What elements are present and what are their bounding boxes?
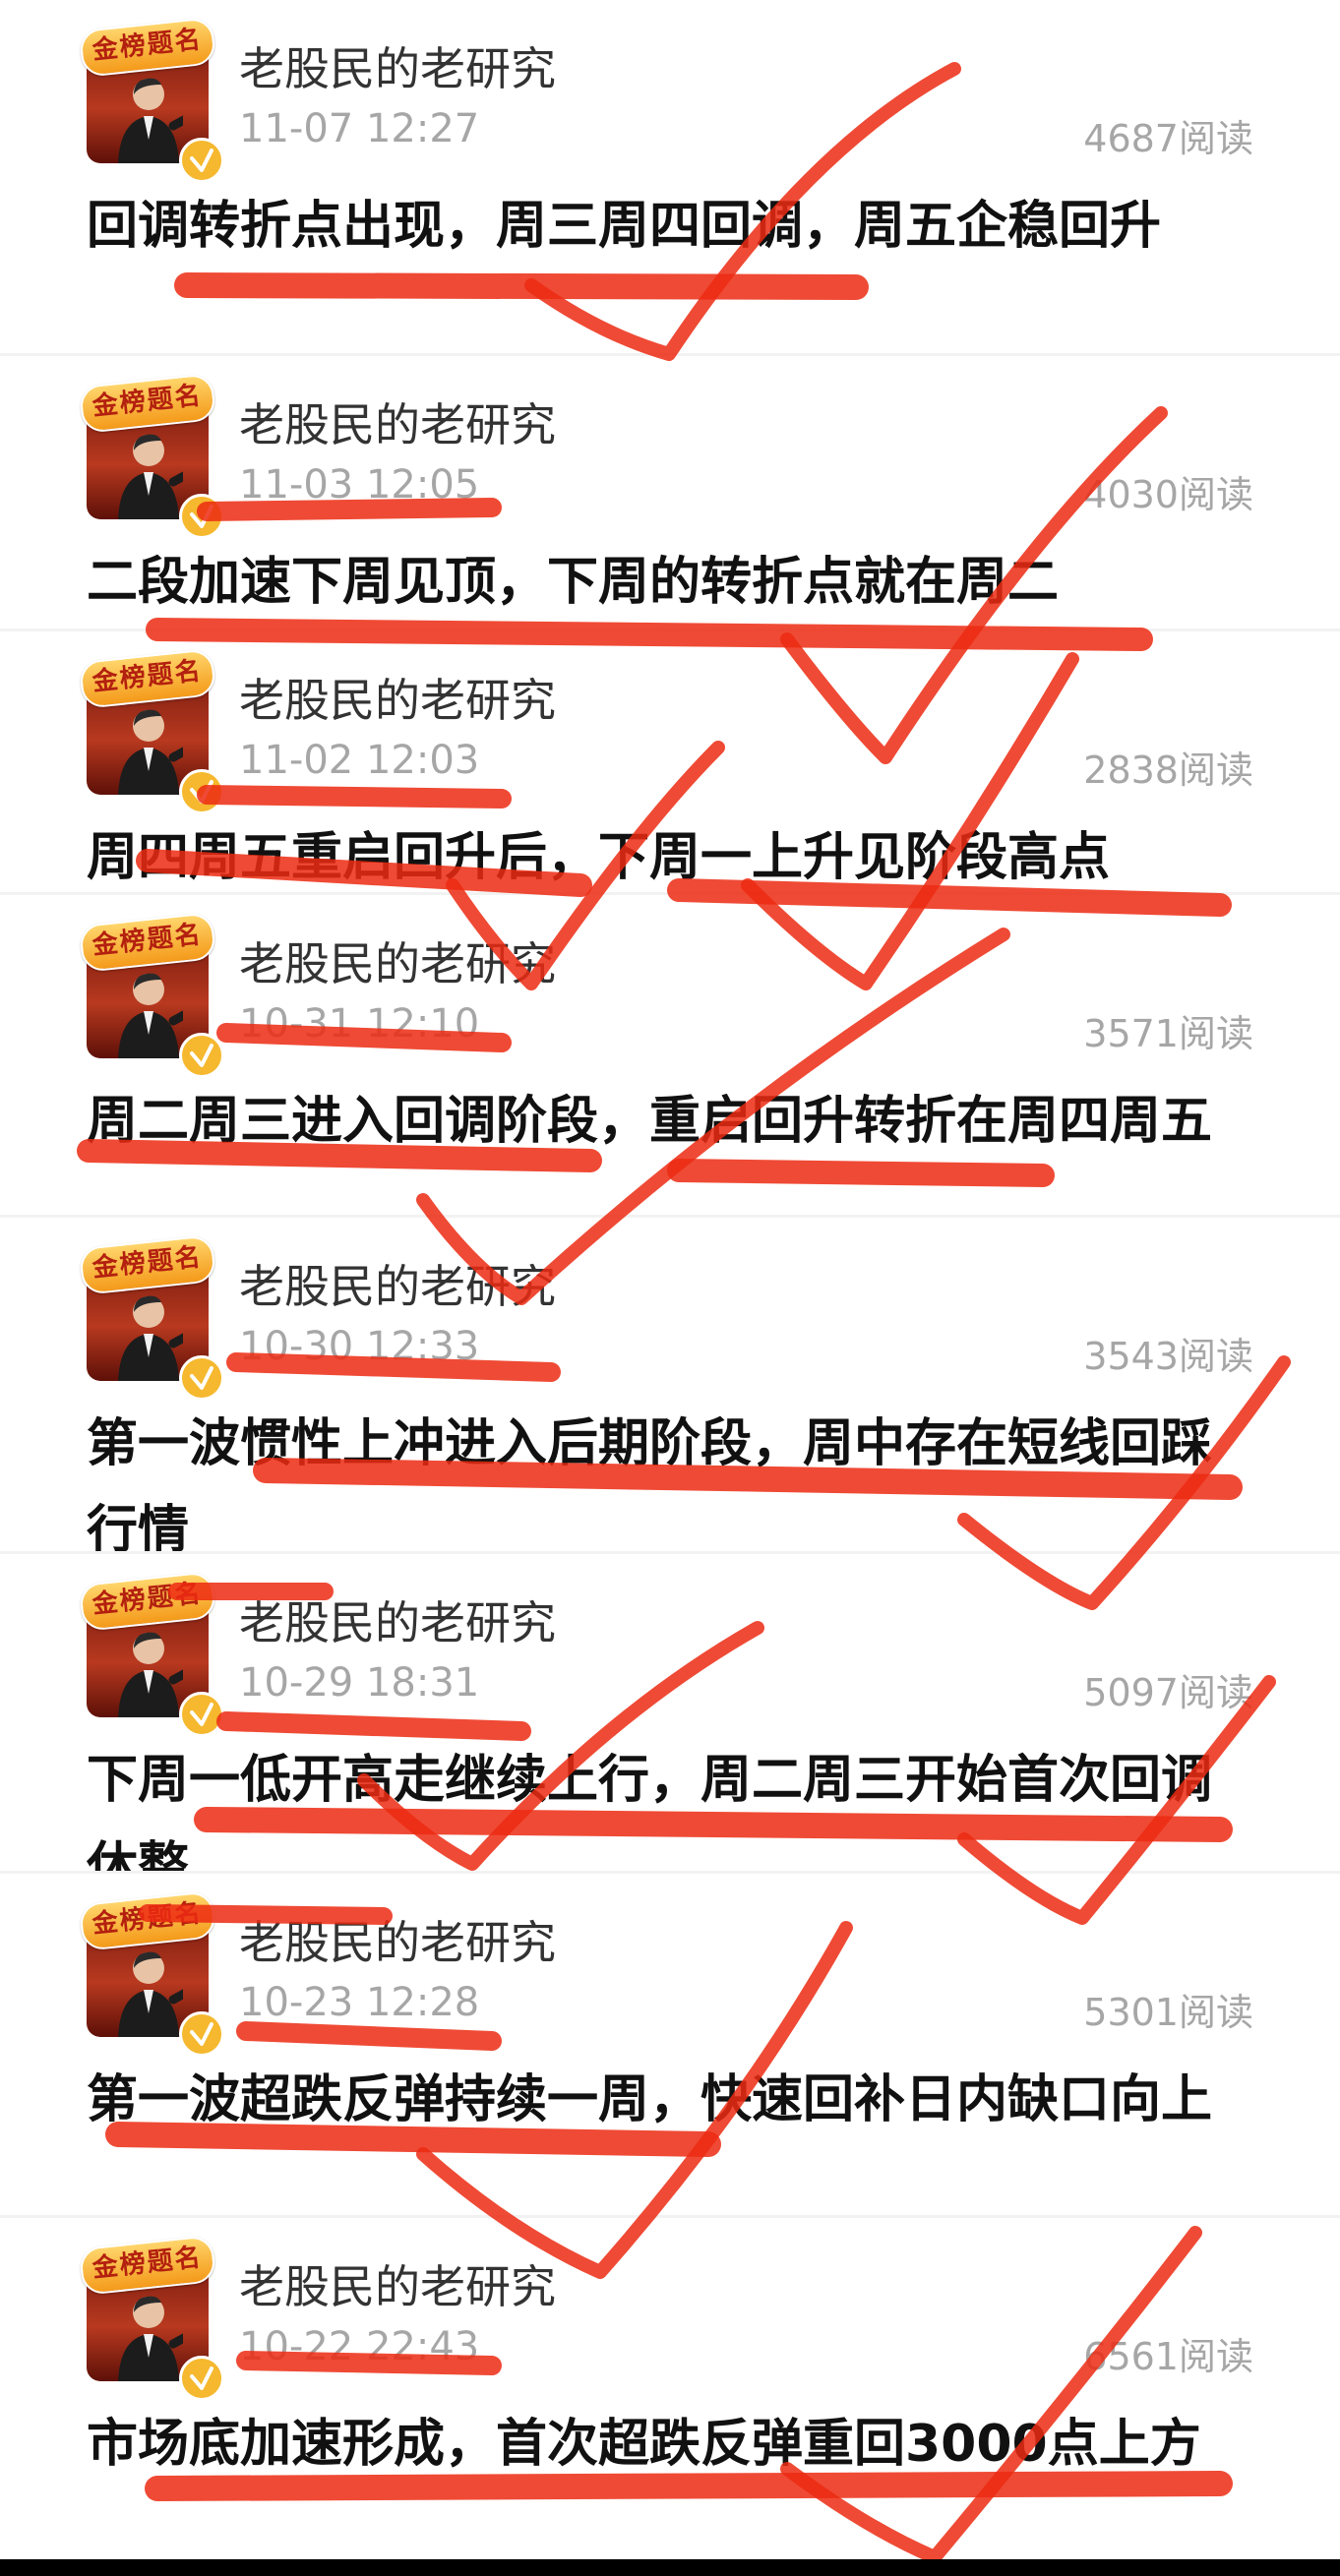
person-icon: [118, 709, 183, 795]
read-count: 2838阅读: [1083, 749, 1253, 792]
post-timestamp: 10-31 12:10: [239, 1001, 480, 1047]
screenshot: 金榜题名 老股民的老研究 11-07 12:27 4687阅读 回调转折点出现，周三周四…: [0, 0, 1340, 2576]
post-timestamp: 11-07 12:27: [239, 106, 480, 151]
post-card[interactable]: 金榜题名 老股民的老研究 11-03 12:05 4030阅读二段加速下周见顶，下周的…: [0, 356, 1340, 631]
post-card[interactable]: 金榜题名 老股民的老研究 10-31 12:10 3571阅读周二周三进入回调阶段，重…: [0, 895, 1340, 1218]
avatar-badge-label: 金榜题名: [78, 17, 217, 78]
verified-badge-icon: [179, 494, 224, 539]
person-icon: [118, 2296, 183, 2381]
read-count: 3543阅读: [1083, 1335, 1253, 1378]
person-icon: [118, 1951, 183, 2037]
person-icon: [118, 1632, 183, 1717]
verified-badge-icon: [179, 2356, 224, 2401]
avatar-badge-label: 金榜题名: [78, 1571, 217, 1632]
post-timestamp: 11-03 12:05: [239, 462, 480, 508]
person-icon: [118, 78, 183, 163]
person-icon: [118, 973, 183, 1058]
post-card[interactable]: 金榜题名 老股民的老研究 11-07 12:27 4687阅读回调转折点出现，周三周四…: [0, 0, 1340, 356]
author-name[interactable]: 老股民的老研究: [239, 665, 556, 730]
post-card[interactable]: 金榜题名 老股民的老研究 11-02 12:03 2838阅读 周四周五重启回升后，下周…: [0, 631, 1340, 895]
read-count: 5301阅读: [1083, 1991, 1253, 2034]
post-timestamp: 10-23 12:28: [239, 1980, 480, 2025]
verified-badge-icon: [179, 1033, 224, 1078]
author-name[interactable]: 老股民的老研究: [239, 2251, 556, 2316]
author-name[interactable]: 老股民的老研究: [239, 1588, 556, 1652]
verified-badge-icon: [179, 769, 224, 814]
post-card[interactable]: 金榜题名 老股民的老研究 10-29 18:31 5097阅读 下周一低开高走继续上行，…: [0, 1554, 1340, 1896]
post-feed: 金榜题名 老股民的老研究 11-07 12:27 4687阅读 回调转折点出现，周三周四…: [0, 0, 1340, 2576]
post-timestamp: 11-02 12:03: [239, 738, 480, 783]
read-count: 6561阅读: [1083, 2335, 1253, 2378]
post-title[interactable]: 周二周三进入回调阶段，重启回升转折在周四周五: [87, 1078, 1257, 1165]
verified-badge-icon: [179, 1355, 224, 1401]
post-card[interactable]: 金榜题名 老股民的老研究 10-30 12:33 3543阅读 第一波惯性上冲进入后期阶…: [0, 1218, 1340, 1560]
avatar-badge-label: 金榜题名: [78, 1890, 217, 1951]
read-count: 4030阅读: [1083, 473, 1253, 516]
avatar-badge-label: 金榜题名: [78, 912, 217, 973]
author-name[interactable]: 老股民的老研究: [239, 1907, 556, 1972]
post-timestamp: 10-29 18:31: [239, 1660, 480, 1706]
person-icon: [118, 434, 183, 519]
verified-badge-icon: [179, 138, 224, 183]
read-count: 5097阅读: [1083, 1671, 1253, 1714]
post-title[interactable]: 二段加速下周见顶，下周的转折点就在周二: [87, 539, 1257, 626]
post-title[interactable]: 第一波超跌反弹持续一周，快速回补日内缺口向上: [87, 2057, 1257, 2143]
post-title[interactable]: 周四周五重启回升后，下周一上升见阶段高点: [87, 814, 1257, 901]
read-count: 3571阅读: [1083, 1012, 1253, 1055]
author-name[interactable]: 老股民的老研究: [239, 929, 556, 993]
post-title[interactable]: 回调转折点出现，周三周四回调，周五企稳回升: [87, 183, 1257, 270]
avatar-badge-label: 金榜题名: [78, 373, 217, 434]
post-title[interactable]: 市场底加速形成，首次超跌反弹重回3000点上方: [87, 2401, 1257, 2487]
person-icon: [118, 1295, 183, 1381]
author-name[interactable]: 老股民的老研究: [239, 33, 556, 98]
verified-badge-icon: [179, 2011, 224, 2057]
post-timestamp: 10-22 22:43: [239, 2324, 480, 2369]
post-timestamp: 10-30 12:33: [239, 1324, 480, 1369]
verified-badge-icon: [179, 1692, 224, 1737]
avatar-badge-label: 金榜题名: [78, 2235, 217, 2296]
post-title[interactable]: 第一波惯性上冲进入后期阶段，周中存在短线回踩行情: [87, 1401, 1257, 1574]
author-name[interactable]: 老股民的老研究: [239, 389, 556, 454]
read-count: 4687阅读: [1083, 117, 1253, 160]
author-name[interactable]: 老股民的老研究: [239, 1251, 556, 1316]
post-card[interactable]: 金榜题名 老股民的老研究 10-22 22:43 6561阅读市场底加速形成，首次超跌…: [0, 2218, 1340, 2576]
screen-bottom-edge: [0, 2559, 1340, 2576]
avatar-badge-label: 金榜题名: [78, 648, 217, 709]
post-card[interactable]: 金榜题名 老股民的老研究 10-23 12:28 5301阅读第一波超跌反弹持续一周，…: [0, 1874, 1340, 2218]
avatar-badge-label: 金榜题名: [78, 1234, 217, 1295]
